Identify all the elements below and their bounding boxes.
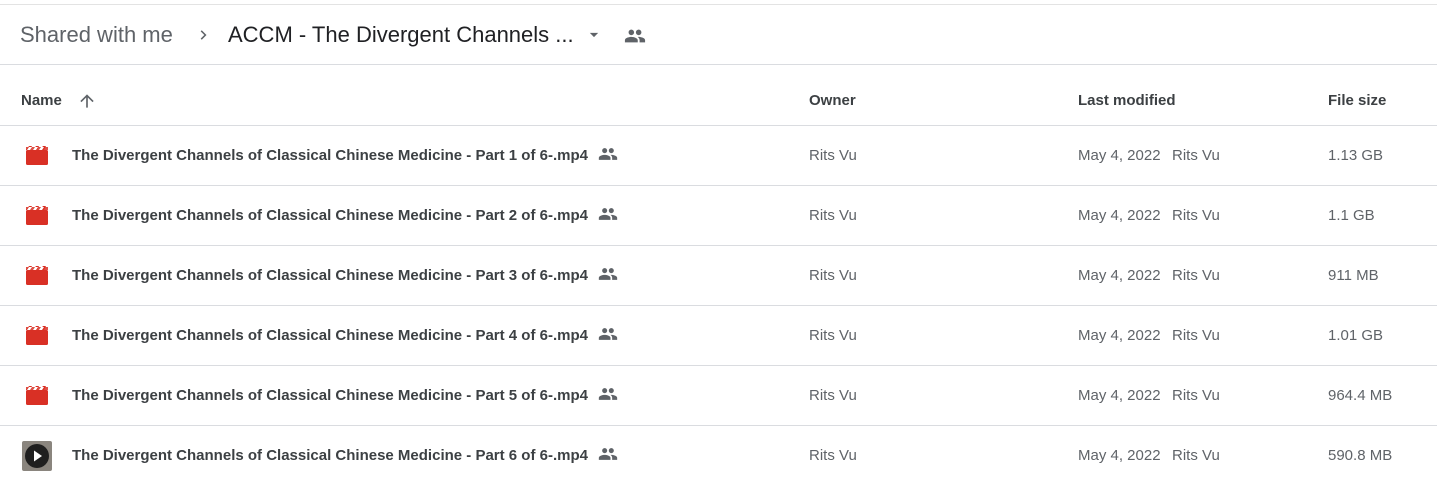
video-file-icon [24,144,50,168]
file-last-modified: May 4, 2022 [1078,387,1161,404]
file-last-modified: May 4, 2022 [1078,447,1161,464]
file-size: 1.1 GB [1328,207,1375,224]
file-modified-by: Rits Vu [1172,447,1220,464]
file-modified-by: Rits Vu [1172,387,1220,404]
arrow-drop-down-icon[interactable] [584,25,604,45]
breadcrumb-current-folder[interactable]: ACCM - The Divergent Channels ... [228,21,574,49]
people-icon [596,324,620,344]
video-file-icon [24,324,50,348]
file-size: 1.13 GB [1328,147,1384,164]
table-row[interactable]: The Divergent Channels of Classical Chin… [0,186,1437,246]
file-last-modified: May 4, 2022 [1078,207,1161,224]
file-name[interactable]: The Divergent Channels of Classical Chin… [72,446,588,466]
file-owner: Rits Vu [809,387,857,404]
breadcrumb: Shared with me ACCM - The Divergent Chan… [0,5,1437,65]
breadcrumb-shared-with-me[interactable]: Shared with me [20,21,173,49]
people-icon [596,264,620,284]
file-size: 590.8 MB [1328,447,1393,464]
file-owner: Rits Vu [809,327,857,344]
file-owner: Rits Vu [809,267,857,284]
video-file-icon [24,264,50,288]
people-icon [596,444,620,464]
file-last-modified: May 4, 2022 [1078,147,1161,164]
file-size: 964.4 MB [1328,387,1393,404]
file-name[interactable]: The Divergent Channels of Classical Chin… [72,326,588,346]
column-header-row: Name Owner Last modified File size [0,65,1437,126]
people-icon [596,144,620,164]
file-owner: Rits Vu [809,147,857,164]
file-name[interactable]: The Divergent Channels of Classical Chin… [72,206,588,226]
video-file-icon [24,384,50,408]
file-modified-by: Rits Vu [1172,147,1220,164]
file-owner: Rits Vu [809,447,857,464]
file-name[interactable]: The Divergent Channels of Classical Chin… [72,266,588,286]
table-row[interactable]: The Divergent Channels of Classical Chin… [0,246,1437,306]
column-header-last-modified[interactable]: Last modified [1078,91,1176,111]
column-header-owner[interactable]: Owner [809,91,856,111]
file-owner: Rits Vu [809,207,857,224]
file-last-modified: May 4, 2022 [1078,267,1161,284]
file-size: 911 MB [1328,267,1379,284]
video-file-icon [24,204,50,228]
file-modified-by: Rits Vu [1172,207,1220,224]
people-icon [596,204,620,224]
file-last-modified: May 4, 2022 [1078,327,1161,344]
file-modified-by: Rits Vu [1172,267,1220,284]
table-row[interactable]: The Divergent Channels of Classical Chin… [0,366,1437,426]
file-modified-by: Rits Vu [1172,327,1220,344]
file-name[interactable]: The Divergent Channels of Classical Chin… [72,386,588,406]
arrow-upward-icon[interactable] [77,90,97,112]
file-name[interactable]: The Divergent Channels of Classical Chin… [72,146,588,166]
table-row[interactable]: The Divergent Channels of Classical Chin… [0,306,1437,366]
table-row[interactable]: The Divergent Channels of Classical Chin… [0,426,1437,486]
column-header-name[interactable]: Name [21,91,62,111]
people-icon[interactable] [622,25,648,47]
column-header-file-size[interactable]: File size [1328,91,1386,111]
people-icon [596,384,620,404]
file-size: 1.01 GB [1328,327,1384,344]
video-thumbnail-icon [22,441,52,471]
chevron-right-icon [200,30,207,40]
table-row[interactable]: The Divergent Channels of Classical Chin… [0,126,1437,186]
